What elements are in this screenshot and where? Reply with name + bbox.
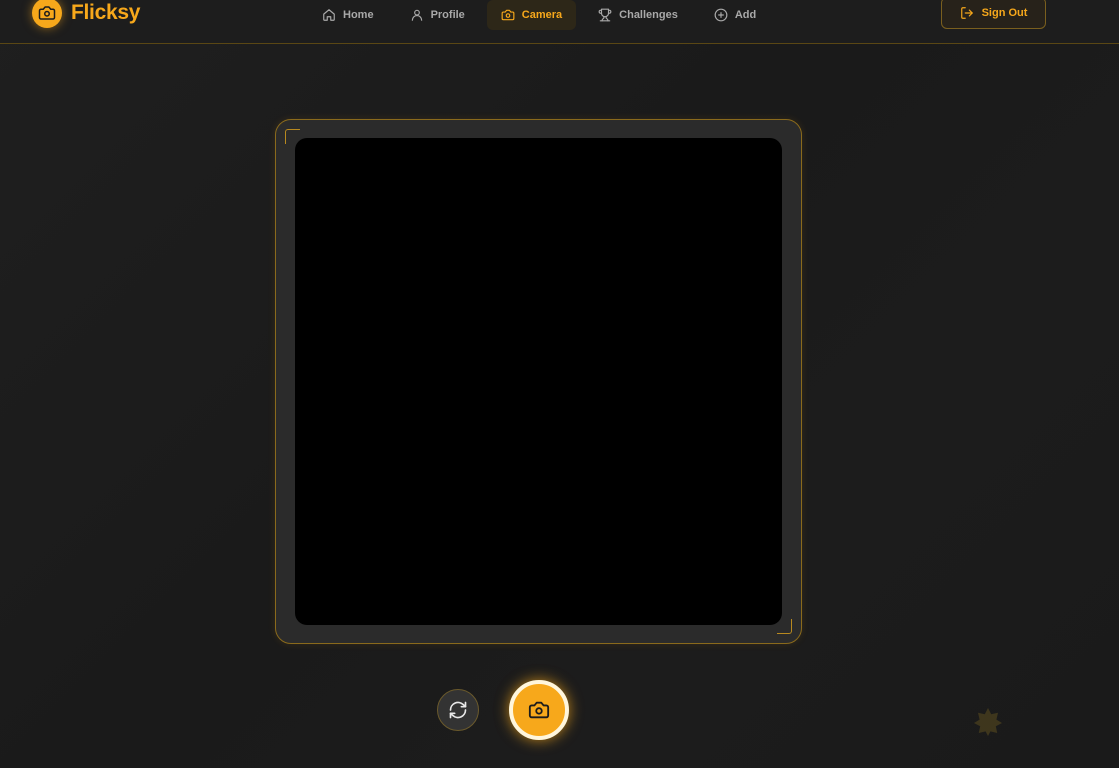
app-logo[interactable]: Flicksy	[32, 0, 140, 31]
capture-photo-button[interactable]	[509, 680, 569, 740]
user-icon	[411, 9, 422, 21]
camera-viewport[interactable]	[295, 138, 782, 625]
nav-item-camera[interactable]: Camera	[486, 0, 577, 30]
top-nav-bar: Flicksy Home Profile Camera Challenges A…	[0, 0, 1119, 44]
nav-item-label: Camera	[521, 9, 563, 21]
camera-frame	[275, 119, 802, 644]
logo-camera-icon	[32, 0, 62, 28]
main-nav: Home Profile Camera Challenges Add	[308, 0, 778, 30]
nav-item-profile[interactable]: Profile	[396, 0, 479, 30]
trophy-icon	[598, 8, 612, 22]
camera-icon	[501, 9, 515, 21]
log-out-icon	[960, 7, 973, 19]
switch-camera-button[interactable]	[437, 689, 479, 731]
sign-out-label: Sign Out	[981, 7, 1028, 19]
frame-corner-bottom-right	[777, 619, 792, 634]
camera-icon	[528, 701, 550, 719]
nav-item-label: Challenges	[619, 9, 678, 21]
home-icon	[323, 9, 335, 21]
nav-item-label: Profile	[430, 9, 465, 21]
star-badge-icon	[974, 708, 1002, 736]
app-name: Flicksy	[71, 1, 141, 24]
plus-circle-icon	[714, 8, 728, 22]
nav-item-label: Add	[734, 9, 757, 21]
nav-item-add[interactable]: Add	[700, 0, 770, 30]
refresh-icon	[449, 701, 467, 719]
sign-out-button[interactable]: Sign Out	[941, 0, 1046, 29]
nav-item-label: Home	[343, 9, 374, 21]
nav-item-home[interactable]: Home	[308, 0, 388, 30]
nav-item-challenges[interactable]: Challenges	[584, 0, 692, 30]
